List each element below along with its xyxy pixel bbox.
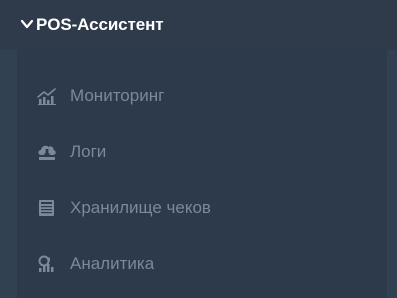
sidebar-item-label: Аналитика — [70, 254, 155, 273]
sidebar-item-logs[interactable]: Логи — [17, 124, 387, 180]
receipt-storage-icon — [37, 199, 57, 217]
sidebar-item-label: Хранилище чеков — [70, 198, 211, 217]
analytics-icon — [37, 255, 57, 273]
group-title: POS-Ассистент — [36, 15, 164, 34]
sidebar: POS-Ассистент Мониторинг Логи Хранилище … — [0, 0, 397, 298]
cloud-download-icon — [37, 143, 57, 161]
sidebar-item-label: Логи — [70, 142, 107, 161]
monitoring-chart-icon — [37, 87, 57, 105]
submenu: Мониторинг Логи Хранилище чеков Аналитик… — [17, 50, 387, 298]
chevron-down-icon[interactable] — [20, 17, 34, 31]
sidebar-item-label: Мониторинг — [70, 86, 165, 105]
pos-assistant-group-header[interactable]: POS-Ассистент — [0, 0, 397, 50]
sidebar-item-monitoring[interactable]: Мониторинг — [17, 68, 387, 124]
sidebar-item-receipt-storage[interactable]: Хранилище чеков — [17, 180, 387, 236]
sidebar-item-analytics[interactable]: Аналитика — [17, 236, 387, 292]
